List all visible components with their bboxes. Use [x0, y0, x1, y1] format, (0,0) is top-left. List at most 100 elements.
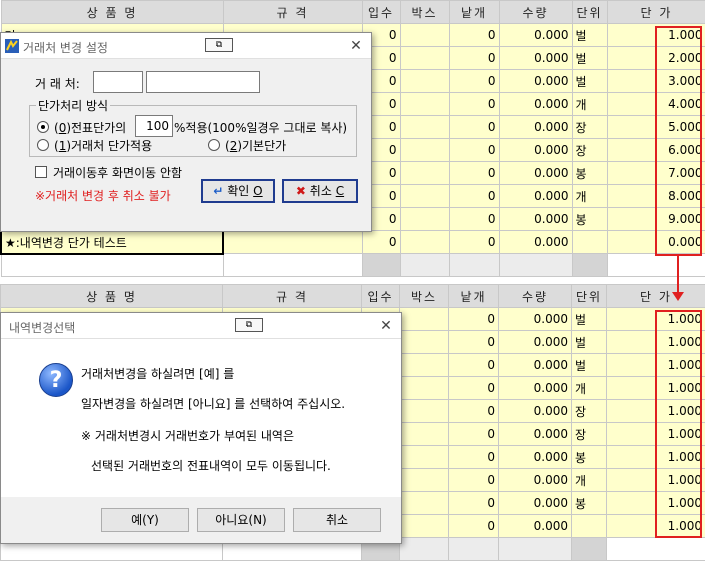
- close-icon[interactable]: ✕: [377, 317, 395, 335]
- cell-box[interactable]: [400, 515, 449, 538]
- cell-each[interactable]: 0: [449, 231, 499, 254]
- cell-box[interactable]: [400, 231, 449, 254]
- cell-price[interactable]: 8.000: [607, 185, 705, 208]
- cell-price[interactable]: 1.000: [607, 377, 705, 400]
- cell-unit[interactable]: 봉: [572, 208, 607, 231]
- cell-box[interactable]: [400, 308, 449, 331]
- empty-cell[interactable]: [400, 254, 449, 277]
- customer-name-input[interactable]: [146, 71, 260, 93]
- cell-box[interactable]: [400, 185, 449, 208]
- option-base-price-radio[interactable]: [208, 139, 220, 151]
- cell-qty[interactable]: 0.000: [499, 93, 572, 116]
- cell-unit[interactable]: 개: [572, 377, 607, 400]
- cell-price[interactable]: 1.000: [607, 400, 705, 423]
- col-header-unit[interactable]: 단위: [572, 1, 607, 24]
- cell-qty[interactable]: 0.000: [499, 116, 572, 139]
- cell-qty[interactable]: 0.000: [499, 515, 572, 538]
- cell-qty[interactable]: 0.000: [499, 231, 572, 254]
- cell-unit[interactable]: 개: [572, 185, 607, 208]
- cell-box[interactable]: [400, 400, 449, 423]
- cell-qty[interactable]: 0.000: [499, 139, 572, 162]
- cell-price[interactable]: 3.000: [607, 70, 705, 93]
- cell-price[interactable]: 1.000: [607, 446, 705, 469]
- no-screen-move-label[interactable]: 거래이동후 화면이동 안함: [53, 164, 182, 181]
- cell-each[interactable]: 0: [449, 469, 499, 492]
- cell-each[interactable]: 0: [449, 93, 499, 116]
- cell-each[interactable]: 0: [449, 354, 499, 377]
- restore-icon[interactable]: ⧉: [235, 318, 263, 332]
- cell-price[interactable]: 7.000: [607, 162, 705, 185]
- cell-each[interactable]: 0: [449, 24, 499, 47]
- option-customer-price-label[interactable]: (1)거래처 단가적용: [54, 137, 152, 154]
- percent-input[interactable]: 100: [135, 115, 173, 137]
- cell-box[interactable]: [400, 446, 449, 469]
- cell-price[interactable]: 1.000: [607, 492, 705, 515]
- col-header-ipsu[interactable]: 입수: [362, 285, 400, 308]
- cell-box[interactable]: [400, 116, 449, 139]
- cell-price[interactable]: 5.000: [607, 116, 705, 139]
- cell-unit[interactable]: 개: [572, 93, 607, 116]
- col-header-name[interactable]: 상 품 명: [1, 285, 223, 308]
- ok-button[interactable]: ↵ 확인 O: [201, 179, 275, 203]
- cell-qty[interactable]: 0.000: [499, 308, 572, 331]
- cell-box[interactable]: [400, 377, 449, 400]
- dialog-titlebar[interactable]: 거래처 변경 설정 ⧉ ✕: [1, 33, 371, 59]
- cell-unit[interactable]: 벌: [572, 308, 607, 331]
- empty-cell[interactable]: [572, 254, 607, 277]
- cell-qty[interactable]: 0.000: [499, 423, 572, 446]
- cell-price[interactable]: 4.000: [607, 93, 705, 116]
- cell-qty[interactable]: 0.000: [499, 492, 572, 515]
- restore-icon[interactable]: ⧉: [205, 38, 233, 52]
- cell-price[interactable]: 6.000: [607, 139, 705, 162]
- cell-each[interactable]: 0: [449, 308, 499, 331]
- cell-unit[interactable]: 벌: [572, 70, 607, 93]
- empty-cell[interactable]: [400, 538, 449, 561]
- cell-price[interactable]: 1.000: [607, 331, 705, 354]
- cell-unit[interactable]: 장: [572, 116, 607, 139]
- cell-qty[interactable]: 0.000: [499, 400, 572, 423]
- cell-price[interactable]: 1.000: [607, 423, 705, 446]
- col-header-name[interactable]: 상 품 명: [1, 1, 223, 24]
- cell-unit[interactable]: 벌: [572, 354, 607, 377]
- cell-price[interactable]: 2.000: [607, 47, 705, 70]
- col-header-box[interactable]: 박스: [400, 1, 449, 24]
- cell-qty[interactable]: 0.000: [499, 377, 572, 400]
- cell-box[interactable]: [400, 354, 449, 377]
- cell-price[interactable]: 1.000: [607, 354, 705, 377]
- empty-cell[interactable]: [449, 538, 499, 561]
- cell-unit[interactable]: 벌: [572, 47, 607, 70]
- cell-unit[interactable]: 봉: [572, 446, 607, 469]
- cell-box[interactable]: [400, 139, 449, 162]
- cell-qty[interactable]: 0.000: [499, 208, 572, 231]
- cell-each[interactable]: 0: [449, 492, 499, 515]
- cell-each[interactable]: 0: [449, 162, 499, 185]
- customer-code-input[interactable]: [93, 71, 143, 93]
- col-header-spec[interactable]: 규 격: [223, 285, 362, 308]
- cell-price[interactable]: 1.000: [607, 515, 705, 538]
- cell-each[interactable]: 0: [449, 446, 499, 469]
- empty-cell[interactable]: [1, 254, 223, 277]
- empty-cell[interactable]: [449, 254, 499, 277]
- cancel-button[interactable]: 취소: [293, 508, 381, 532]
- cell-unit[interactable]: 봉: [572, 492, 607, 515]
- cell-name[interactable]: ★:내역변경 단가 테스트: [1, 231, 223, 254]
- cell-price[interactable]: 1.000: [607, 308, 705, 331]
- cell-unit[interactable]: [572, 231, 607, 254]
- cell-each[interactable]: 0: [449, 331, 499, 354]
- empty-cell[interactable]: [607, 538, 705, 561]
- cell-qty[interactable]: 0.000: [499, 70, 572, 93]
- cell-ipsu[interactable]: 0: [362, 231, 400, 254]
- col-header-qty[interactable]: 수량: [499, 285, 572, 308]
- cell-unit[interactable]: 벌: [572, 331, 607, 354]
- cell-qty[interactable]: 0.000: [499, 354, 572, 377]
- col-header-ipsu[interactable]: 입수: [362, 1, 400, 24]
- col-header-each[interactable]: 낱개: [449, 285, 499, 308]
- col-header-box[interactable]: 박스: [400, 285, 449, 308]
- empty-cell[interactable]: [362, 254, 400, 277]
- cell-box[interactable]: [400, 162, 449, 185]
- col-header-each[interactable]: 낱개: [449, 1, 499, 24]
- col-header-qty[interactable]: 수량: [499, 1, 572, 24]
- cell-price[interactable]: 0.000: [607, 231, 705, 254]
- cell-qty[interactable]: 0.000: [499, 24, 572, 47]
- empty-cell[interactable]: [499, 538, 572, 561]
